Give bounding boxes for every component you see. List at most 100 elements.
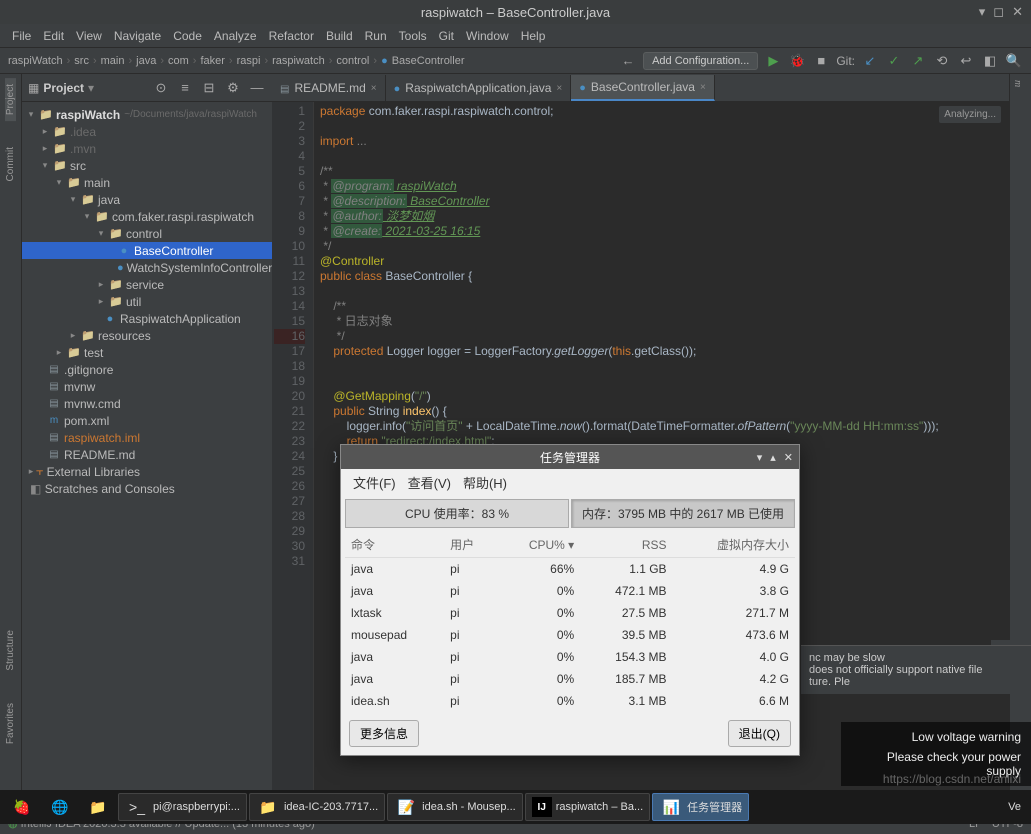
crumb[interactable]: raspi	[237, 55, 261, 67]
tree-item-watchcontroller[interactable]: WatchSystemInfoController	[22, 259, 272, 276]
debug-icon[interactable]: 🐞	[788, 52, 806, 70]
close-icon[interactable]: ✕	[1012, 4, 1023, 20]
tree-item-mvnwcmd[interactable]: mvnw.cmd	[22, 395, 272, 412]
menu-navigate[interactable]: Navigate	[108, 29, 167, 43]
tree-item-service[interactable]: ▸service	[22, 276, 272, 293]
tree-item-package[interactable]: ▾com.faker.raspi.raspiwatch	[22, 208, 272, 225]
maximize-icon[interactable]: ◻	[993, 4, 1004, 20]
crumb[interactable]: raspiwatch	[272, 55, 325, 67]
tree-item-basecontroller[interactable]: BaseController	[22, 242, 272, 259]
tool-project[interactable]: Project	[5, 78, 16, 121]
dialog-titlebar[interactable]: 任务管理器 ▾ ▴ ✕	[341, 445, 799, 469]
tree-item-gitignore[interactable]: .gitignore	[22, 361, 272, 378]
col-user[interactable]: 用户	[444, 532, 496, 558]
git-push-icon[interactable]: ↗	[909, 52, 927, 70]
tree-item-java[interactable]: ▾java	[22, 191, 272, 208]
tree-item-raspiwatchapp[interactable]: RaspiwatchApplication	[22, 310, 272, 327]
project-tree[interactable]: ▾raspiWatch~/Documents/java/raspiWatch ▸…	[22, 102, 272, 790]
tree-item-scratches[interactable]: ◧ Scratches and Consoles	[22, 480, 272, 497]
crumb[interactable]: com	[168, 55, 189, 67]
col-rss[interactable]: RSS	[580, 532, 672, 558]
maven-tool[interactable]: m	[1010, 74, 1025, 93]
menu-help[interactable]: Help	[515, 29, 552, 43]
col-cpu[interactable]: CPU% ▾	[497, 532, 581, 558]
tree-item-resources[interactable]: ▸resources	[22, 327, 272, 344]
taskbar-taskmanager[interactable]: 📊任务管理器	[652, 793, 749, 821]
process-row[interactable]: mousepadpi0%39.5 MB473.6 M	[345, 624, 795, 646]
crumb[interactable]: BaseController	[392, 55, 465, 67]
tree-item-src[interactable]: ▾src	[22, 157, 272, 174]
process-row[interactable]: javapi0%154.3 MB4.0 G	[345, 646, 795, 668]
tree-item-mvnw[interactable]: mvnw	[22, 378, 272, 395]
menu-edit[interactable]: Edit	[37, 29, 70, 43]
tool-structure[interactable]: Structure	[5, 624, 16, 677]
close-icon[interactable]: ×	[371, 83, 377, 94]
tab-raspiwatchapp[interactable]: RaspiwatchApplication.java×	[386, 75, 572, 101]
tree-item-iml[interactable]: raspiwatch.iml	[22, 429, 272, 446]
dialog-menu-view[interactable]: 查看(V)	[402, 473, 457, 492]
process-row[interactable]: javapi66%1.1 GB4.9 G	[345, 558, 795, 581]
tree-item-util[interactable]: ▸util	[22, 293, 272, 310]
crumb[interactable]: src	[74, 55, 89, 67]
crumb[interactable]: java	[136, 55, 156, 67]
git-rollback-icon[interactable]: ↩	[957, 52, 975, 70]
dialog-minimize-icon[interactable]: ▾	[757, 451, 763, 464]
tab-readme[interactable]: README.md×	[272, 75, 386, 101]
quit-button[interactable]: 退出(Q)	[728, 720, 791, 747]
taskbar-tray[interactable]: Ve	[1002, 793, 1027, 821]
menu-build[interactable]: Build	[320, 29, 359, 43]
menu-tools[interactable]: Tools	[393, 29, 433, 43]
process-row[interactable]: javapi0%472.1 MB3.8 G	[345, 580, 795, 602]
tree-item-test[interactable]: ▸test	[22, 344, 272, 361]
hide-icon[interactable]: —	[248, 79, 266, 97]
tool-commit[interactable]: Commit	[5, 141, 16, 187]
taskbar-terminal[interactable]: >_pi@raspberrypi:...	[118, 793, 247, 821]
crumb[interactable]: main	[101, 55, 125, 67]
crumb[interactable]: raspiWatch	[8, 55, 63, 67]
chevron-down-icon[interactable]: ▾	[88, 81, 94, 95]
menu-run[interactable]: Run	[359, 29, 393, 43]
more-info-button[interactable]: 更多信息	[349, 720, 419, 747]
process-row[interactable]: idea.shpi0%3.1 MB6.6 M	[345, 690, 795, 712]
minimize-icon[interactable]: ▾	[979, 4, 986, 20]
expand-icon[interactable]: ≡	[176, 79, 194, 97]
line-gutter[interactable]: 1234567891011121314151617181920212223242…	[272, 102, 314, 790]
dialog-menu-help[interactable]: 帮助(H)	[457, 473, 513, 492]
taskbar-filemanager[interactable]: 📁idea-IC-203.7717...	[249, 793, 385, 821]
notification-slow-sync[interactable]: nc may be slow does not officially suppo…	[801, 645, 1031, 694]
git-history-icon[interactable]: ⟲	[933, 52, 951, 70]
tree-item-mvn[interactable]: ▸.mvn	[22, 140, 272, 157]
stop-icon[interactable]: ■	[812, 52, 830, 70]
process-row[interactable]: lxtaskpi0%27.5 MB271.7 M	[345, 602, 795, 624]
menu-file[interactable]: File	[6, 29, 37, 43]
crumb[interactable]: faker	[200, 55, 224, 67]
tree-item-idea[interactable]: ▸.idea	[22, 123, 272, 140]
ide-icon[interactable]: ◧	[981, 52, 999, 70]
taskbar-files[interactable]: 📁	[80, 793, 116, 821]
dialog-menu-file[interactable]: 文件(F)	[347, 473, 402, 492]
col-vsz[interactable]: 虚拟内存大小	[673, 532, 795, 558]
menu-window[interactable]: Window	[460, 29, 515, 43]
git-commit-icon[interactable]: ✓	[885, 52, 903, 70]
taskbar-mousepad[interactable]: 📝idea.sh - Mousep...	[387, 793, 523, 821]
menu-code[interactable]: Code	[167, 29, 208, 43]
dialog-close-icon[interactable]: ✕	[784, 451, 793, 464]
search-icon[interactable]: 🔍	[1005, 52, 1023, 70]
dialog-maximize-icon[interactable]: ▴	[770, 451, 776, 464]
cpu-usage-button[interactable]: CPU 使用率：83 %	[345, 499, 569, 528]
menu-view[interactable]: View	[70, 29, 108, 43]
run-icon[interactable]: ▶	[764, 52, 782, 70]
tree-item-main[interactable]: ▾main	[22, 174, 272, 191]
back-icon[interactable]: ←	[619, 52, 637, 70]
process-row[interactable]: javapi0%185.7 MB4.2 G	[345, 668, 795, 690]
tree-item-readme[interactable]: README.md	[22, 446, 272, 463]
col-command[interactable]: 命令	[345, 532, 444, 558]
menu-analyze[interactable]: Analyze	[208, 29, 263, 43]
tab-basecontroller[interactable]: BaseController.java×	[571, 75, 715, 101]
close-icon[interactable]: ×	[700, 82, 706, 93]
gear-icon[interactable]: ⚙	[224, 79, 242, 97]
taskbar-intellij[interactable]: IJraspiwatch – Ba...	[525, 793, 650, 821]
close-icon[interactable]: ×	[556, 83, 562, 94]
taskbar-rpi-menu[interactable]: 🍓	[4, 793, 40, 821]
taskbar-browser[interactable]: 🌐	[42, 793, 78, 821]
